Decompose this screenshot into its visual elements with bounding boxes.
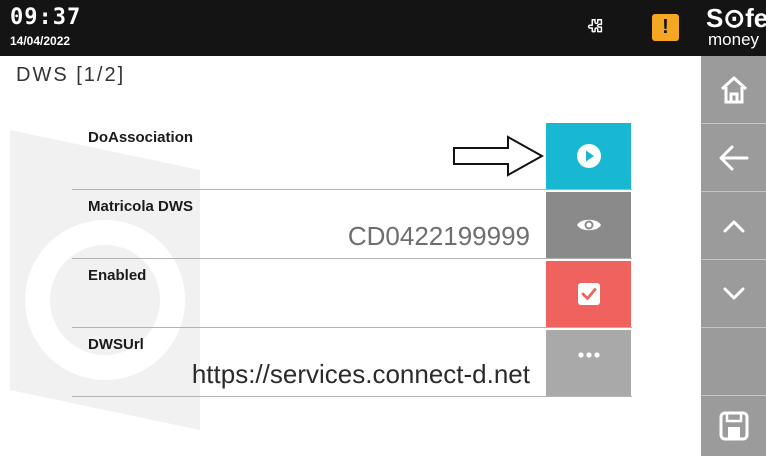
status-bar: 09:37 14/04/2022 ! S⊙fe money bbox=[0, 0, 766, 56]
brand-logo-line2: money bbox=[708, 30, 760, 49]
clock-date: 14/04/2022 bbox=[10, 34, 71, 48]
back-arrow-icon bbox=[719, 145, 748, 170]
row-label: Enabled bbox=[88, 267, 147, 284]
row-value: CD0422199999 bbox=[347, 221, 530, 251]
pointer-arrow-icon bbox=[453, 135, 544, 177]
play-icon bbox=[576, 144, 601, 168]
row-matricola-dws: Matricola DWS CD0422199999 bbox=[72, 192, 632, 259]
row-dwsurl: DWSUrl https://services.connect-d.net bbox=[72, 330, 632, 397]
row-enabled: Enabled bbox=[72, 261, 632, 328]
warning-icon[interactable]: ! bbox=[652, 14, 679, 41]
eye-icon bbox=[576, 219, 601, 231]
edit-url-button[interactable] bbox=[546, 330, 631, 396]
enabled-checkbox[interactable] bbox=[546, 261, 631, 327]
brand-logo-line1: S⊙fe bbox=[706, 3, 766, 33]
more-icon bbox=[577, 352, 600, 358]
row-doassociation: DoAssociation bbox=[72, 123, 632, 190]
scroll-down-button[interactable] bbox=[701, 260, 766, 328]
scroll-up-button[interactable] bbox=[701, 192, 766, 260]
sidebar-empty-slot bbox=[701, 328, 766, 396]
chevron-up-icon bbox=[723, 220, 744, 232]
row-label: Matricola DWS bbox=[88, 198, 194, 215]
home-button[interactable] bbox=[701, 56, 766, 124]
run-association-button[interactable] bbox=[546, 123, 631, 189]
right-sidebar bbox=[701, 56, 766, 456]
checkbox-checked-icon bbox=[577, 283, 600, 305]
save-icon bbox=[719, 411, 748, 441]
row-label: DWSUrl bbox=[88, 336, 144, 353]
home-icon bbox=[720, 76, 747, 103]
row-value: https://services.connect-d.net bbox=[191, 359, 530, 389]
brand-logo: S⊙fe money bbox=[700, 4, 766, 54]
puzzle-icon[interactable] bbox=[584, 17, 606, 39]
page-title: DWS [1/2] bbox=[16, 64, 126, 86]
back-button[interactable] bbox=[701, 124, 766, 192]
save-button[interactable] bbox=[701, 396, 766, 456]
row-label: DoAssociation bbox=[88, 129, 194, 146]
view-button[interactable] bbox=[546, 192, 631, 258]
chevron-down-icon bbox=[723, 287, 744, 299]
clock-time: 09:37 bbox=[10, 5, 82, 30]
